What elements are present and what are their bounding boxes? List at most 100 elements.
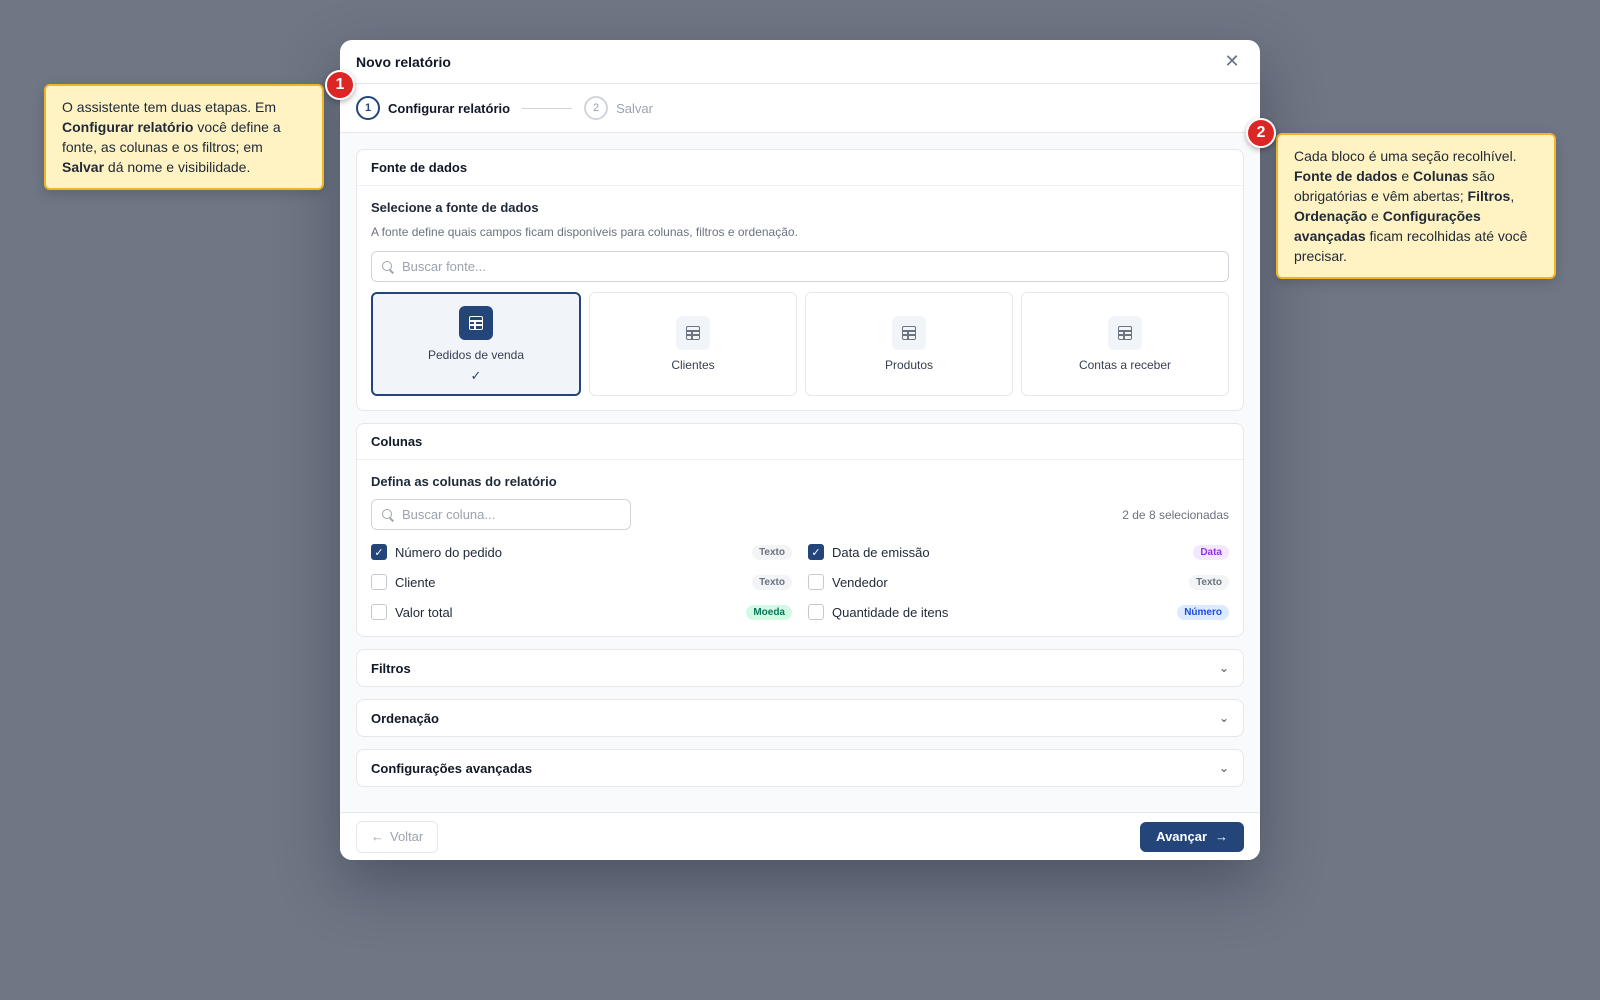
callout-bold: Filtros xyxy=(1467,188,1511,204)
column-option[interactable]: ✓ Data de emissão Data xyxy=(808,542,1229,562)
table-icon xyxy=(1108,316,1142,350)
section-data-source: Fonte de dados Selecione a fonte de dado… xyxy=(356,149,1244,411)
back-label: Voltar xyxy=(390,829,424,844)
source-card-customers[interactable]: Clientes xyxy=(589,292,797,396)
columns-list: ✓ Número do pedido Texto ✓ Data de emissão… xyxy=(371,542,1229,622)
section-content: Defina as colunas do relatório Buscar co… xyxy=(357,460,1243,636)
dialog-header: Novo relatório ✕ xyxy=(340,40,1260,84)
step-number: 1 xyxy=(356,96,380,120)
step-label: Salvar xyxy=(616,100,653,116)
search-icon xyxy=(382,260,394,273)
source-label: Pedidos de venda xyxy=(427,348,525,362)
type-badge: Número xyxy=(1177,604,1229,620)
column-search-input[interactable]: Buscar coluna... xyxy=(371,499,631,530)
type-badge: Moeda xyxy=(746,604,792,620)
section-title: Configurações avançadas xyxy=(371,760,533,776)
type-badge: Texto xyxy=(752,544,792,560)
chevron-down-icon[interactable]: ⌄ xyxy=(1219,661,1229,675)
dialog-body: Fonte de dados Selecione a fonte de dado… xyxy=(340,133,1260,813)
callout-text: , xyxy=(1510,188,1515,204)
column-label: Valor total xyxy=(395,604,453,620)
callout-text: O assistente tem duas etapas. Em xyxy=(62,99,276,115)
source-card-sales-orders[interactable]: Pedidos de venda ✓ xyxy=(371,292,581,396)
next-label: Avançar xyxy=(1156,829,1207,844)
callout-text: e xyxy=(1367,208,1383,224)
section-header-advanced[interactable]: Configurações avançadas ⌄ xyxy=(357,750,1243,786)
step-label: Configurar relatório xyxy=(388,100,511,116)
close-icon[interactable]: ✕ xyxy=(1220,50,1244,74)
check-icon: ✓ xyxy=(470,368,482,383)
callout-bold: Colunas xyxy=(1413,168,1469,184)
new-report-dialog: Novo relatório ✕ 1 Configurar relatório … xyxy=(340,40,1260,860)
checkbox[interactable] xyxy=(808,574,824,590)
callout-steps: O assistente tem duas etapas. Em Configu… xyxy=(44,84,324,190)
chevron-down-icon[interactable]: ⌄ xyxy=(1219,761,1229,775)
source-card-products[interactable]: Produtos xyxy=(805,292,1013,396)
column-label: Vendedor xyxy=(832,574,888,590)
source-card-receivables[interactable]: Contas a receber xyxy=(1021,292,1229,396)
section-filters[interactable]: Filtros ⌄ xyxy=(356,649,1244,687)
callout-text: dá nome e visibilidade. xyxy=(104,159,251,175)
section-help: A fonte define quais campos ficam dispon… xyxy=(371,225,798,239)
section-advanced[interactable]: Configurações avançadas ⌄ xyxy=(356,749,1244,787)
checkbox[interactable] xyxy=(808,604,824,620)
section-header-filters[interactable]: Filtros ⌄ xyxy=(357,650,1243,686)
callout-text: e xyxy=(1397,168,1414,184)
table-icon xyxy=(892,316,926,350)
section-content: Selecione a fonte de dados A fonte defin… xyxy=(357,186,1243,410)
callout-bold: Configurar relatório xyxy=(62,119,194,135)
source-options: Pedidos de venda ✓ Clientes Produtos Con… xyxy=(371,292,1229,396)
dialog-footer: ← Voltar Avançar → xyxy=(340,812,1260,860)
section-sorting[interactable]: Ordenação ⌄ xyxy=(356,699,1244,737)
step-connector xyxy=(522,107,573,109)
source-search-input[interactable]: Buscar fonte... xyxy=(371,251,1229,282)
callout-bold: Fonte de dados xyxy=(1294,168,1398,184)
callout-bold: Ordenação xyxy=(1294,208,1368,224)
callout-marker-1: 1 xyxy=(325,70,355,100)
callout-marker-2: 2 xyxy=(1246,118,1276,148)
column-option[interactable]: Valor total Moeda xyxy=(371,602,792,622)
section-title: Colunas xyxy=(371,434,423,449)
table-icon xyxy=(676,316,710,350)
search-icon xyxy=(382,508,394,521)
section-header-columns[interactable]: Colunas xyxy=(357,424,1243,460)
source-label: Contas a receber xyxy=(1078,358,1172,372)
chevron-down-icon[interactable]: ⌄ xyxy=(1219,711,1229,725)
checkbox-checked[interactable]: ✓ xyxy=(371,544,387,560)
step-number: 2 xyxy=(584,96,609,120)
source-label: Clientes xyxy=(671,358,715,372)
section-header-sorting[interactable]: Ordenação ⌄ xyxy=(357,700,1243,736)
search-placeholder: Buscar fonte... xyxy=(402,259,486,274)
type-badge: Data xyxy=(1193,544,1229,560)
column-label: Cliente xyxy=(395,574,436,590)
type-badge: Texto xyxy=(1189,574,1229,590)
column-label: Quantidade de itens xyxy=(832,604,949,620)
arrow-left-icon: ← xyxy=(371,829,384,844)
next-button[interactable]: Avançar → xyxy=(1140,821,1244,852)
checkbox-checked[interactable]: ✓ xyxy=(808,544,824,560)
section-header-data-source[interactable]: Fonte de dados xyxy=(357,150,1243,186)
step-configure[interactable]: 1 Configurar relatório xyxy=(356,96,510,120)
column-label: Data de emissão xyxy=(832,544,930,560)
section-title: Ordenação xyxy=(371,710,439,726)
checkbox[interactable] xyxy=(371,574,387,590)
section-title: Filtros xyxy=(371,660,411,676)
type-badge: Texto xyxy=(752,574,792,590)
arrow-right-icon: → xyxy=(1215,829,1228,844)
callout-sections: Cada bloco é uma seção recolhível. Fonte… xyxy=(1276,133,1556,279)
callout-bold: Salvar xyxy=(62,159,105,175)
column-option[interactable]: Quantidade de itens Número xyxy=(808,602,1229,622)
column-option[interactable]: Vendedor Texto xyxy=(808,572,1229,592)
callout-text: Cada bloco é uma seção recolhível. xyxy=(1294,148,1517,164)
column-option[interactable]: ✓ Número do pedido Texto xyxy=(371,542,792,562)
back-button[interactable]: ← Voltar xyxy=(356,820,439,853)
step-save[interactable]: 2 Salvar xyxy=(584,96,653,120)
checkbox[interactable] xyxy=(371,604,387,620)
section-subtitle: Defina as colunas do relatório xyxy=(371,474,557,489)
column-label: Número do pedido xyxy=(395,544,502,560)
search-placeholder: Buscar coluna... xyxy=(402,507,496,522)
section-subtitle: Selecione a fonte de dados xyxy=(371,200,539,215)
stepper: 1 Configurar relatório 2 Salvar xyxy=(340,84,1260,133)
column-option[interactable]: Cliente Texto xyxy=(371,572,792,592)
columns-toolbar: Buscar coluna... 2 de 8 selecionadas xyxy=(371,499,1229,530)
